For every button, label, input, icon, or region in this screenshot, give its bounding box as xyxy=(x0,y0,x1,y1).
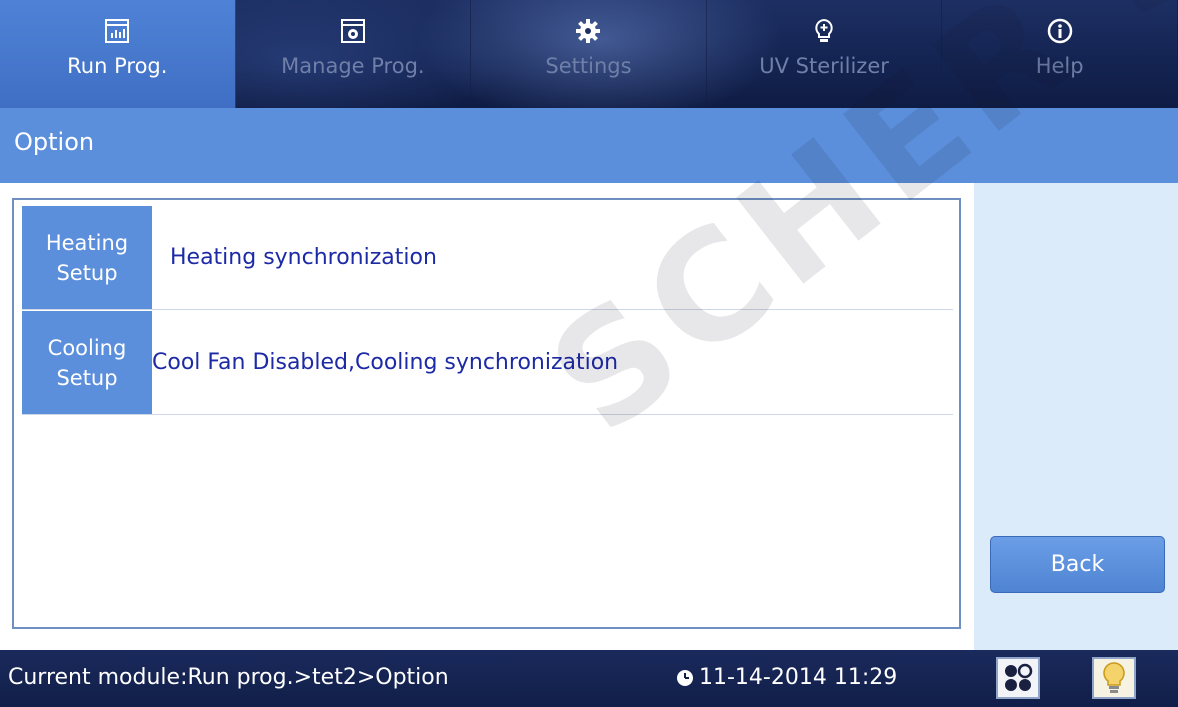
datetime: 11-14-2014 11:29 xyxy=(699,665,898,690)
bulb-plus-icon xyxy=(815,18,833,42)
tab-label: Run Prog. xyxy=(67,54,168,78)
tab-help[interactable]: Help xyxy=(942,0,1178,108)
top-navigation: Run Prog. Manage Prog. Settings UV Steri… xyxy=(0,0,1178,108)
clock: 11-14-2014 11:29 xyxy=(676,665,897,690)
chart-icon xyxy=(105,19,130,43)
heating-setup-button[interactable]: Heating Setup xyxy=(22,206,152,309)
row-head-line: Setup xyxy=(56,260,118,285)
back-button[interactable]: Back xyxy=(990,536,1165,593)
title-bar: Option xyxy=(0,108,1178,183)
gear-box-icon xyxy=(340,19,365,43)
lightbulb-icon xyxy=(1103,662,1125,693)
clock-icon xyxy=(677,669,693,686)
page-title: Option xyxy=(14,128,95,156)
options-list: Heating Setup Heating synchronization Co… xyxy=(12,198,961,629)
row-head-line: Heating xyxy=(45,230,129,255)
gear-icon xyxy=(576,19,601,43)
option-row-heating: Heating Setup Heating synchronization xyxy=(22,206,953,310)
current-module-text: Current module:Run prog.>tet2>Option xyxy=(8,665,449,690)
module-button[interactable] xyxy=(996,657,1040,699)
tab-run-prog[interactable]: Run Prog. xyxy=(0,0,236,108)
info-icon xyxy=(1047,18,1072,44)
module-grid-icon xyxy=(1005,663,1033,691)
tab-manage-prog[interactable]: Manage Prog. xyxy=(236,0,472,108)
light-button[interactable] xyxy=(1092,657,1136,699)
row-head-line: Setup xyxy=(56,365,118,390)
tab-label: Manage Prog. xyxy=(281,54,425,78)
tab-settings[interactable]: Settings xyxy=(471,0,707,108)
tab-label: UV Sterilizer xyxy=(759,54,889,78)
tab-label: Help xyxy=(1035,54,1084,78)
status-bar: Current module:Run prog.>tet2>Option 11-… xyxy=(0,650,1178,707)
tab-uv-sterilizer[interactable]: UV Sterilizer xyxy=(707,0,943,108)
cooling-setup-button[interactable]: Cooling Setup xyxy=(22,311,152,414)
heating-setup-value[interactable]: Heating synchronization xyxy=(152,206,953,309)
cooling-setup-value[interactable]: Cool Fan Disabled,Cooling synchronizatio… xyxy=(152,311,953,414)
option-row-cooling: Cooling Setup Cool Fan Disabled,Cooling … xyxy=(22,311,953,415)
tab-label: Settings xyxy=(545,54,632,78)
row-head-line: Cooling xyxy=(47,335,127,360)
